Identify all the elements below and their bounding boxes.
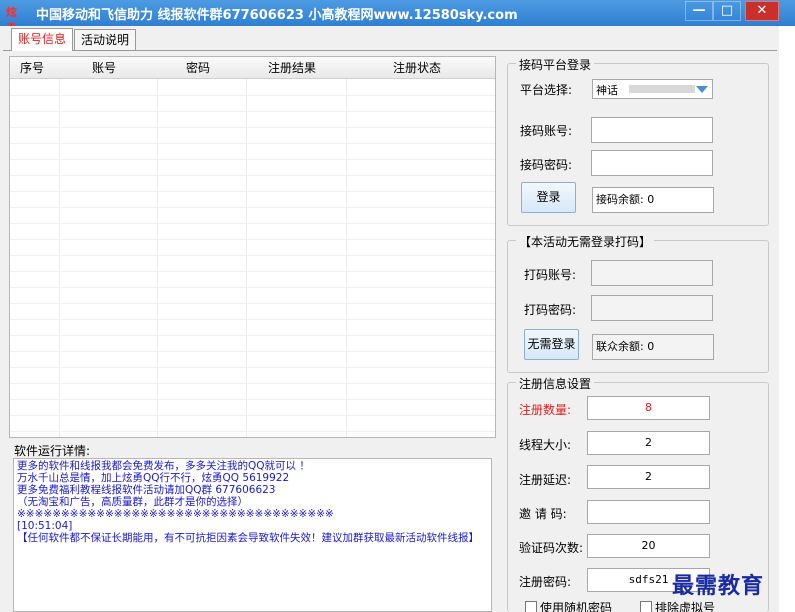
register-settings-title: 注册信息设置	[516, 375, 595, 392]
table-row	[10, 431, 495, 432]
table-row	[10, 351, 495, 352]
register-count-input[interactable]: 8	[587, 396, 710, 420]
column-divider	[157, 79, 158, 437]
watermark-logo: 最需教育	[672, 573, 765, 599]
table-row	[10, 239, 495, 240]
login-button[interactable]: 登录	[521, 182, 576, 213]
table-row	[10, 399, 495, 400]
chevron-down-icon[interactable]	[696, 86, 708, 93]
verify-count-input[interactable]: 20	[587, 534, 710, 558]
captcha-password-label: 打码密码:	[524, 303, 577, 317]
tab-divider	[3, 50, 777, 51]
table-row	[10, 303, 495, 304]
table-row	[10, 191, 495, 192]
table-row	[10, 335, 495, 336]
no-login-button[interactable]: 无需登录	[524, 329, 579, 360]
code-account-input[interactable]	[591, 117, 713, 143]
table-row	[10, 223, 495, 224]
table-row	[10, 271, 495, 272]
column-header-result[interactable]: 注册结果	[242, 57, 342, 79]
captcha-account-label: 打码账号:	[524, 268, 577, 282]
table-header: 序号 账号 密码 注册结果 注册状态	[10, 57, 495, 79]
table-row	[10, 383, 495, 384]
captcha-password-input[interactable]	[591, 295, 713, 321]
delay-input[interactable]: 2	[587, 465, 710, 489]
invite-code-label: 邀 请 码:	[519, 507, 567, 521]
right-edge	[779, 26, 795, 612]
log-line: （无淘宝和广告，高质量群，此群才是你的选择）	[17, 496, 248, 508]
column-header-status[interactable]: 注册状态	[342, 57, 492, 79]
verify-count-label: 验证码次数:	[519, 541, 584, 555]
code-balance: 接码余额: 0	[592, 187, 714, 213]
window-title: 中国移动和飞信助力 线报软件群677606623 小高教程网www.12580s…	[36, 8, 518, 23]
column-header-index[interactable]: 序号	[10, 57, 54, 79]
table-row	[10, 127, 495, 128]
table-row	[10, 143, 495, 144]
table-row	[10, 319, 495, 320]
column-divider	[246, 79, 247, 437]
table-row	[10, 255, 495, 256]
platform-label: 平台选择:	[520, 83, 573, 97]
table-row	[10, 367, 495, 368]
code-account-label: 接码账号:	[520, 124, 573, 138]
column-divider	[346, 79, 347, 437]
tab-account-info[interactable]: 账号信息	[11, 28, 74, 51]
column-header-account[interactable]: 账号	[54, 57, 154, 79]
log-line: 【任何软件都不保证长期能用，有不可抗拒因素会导致软件失效！建议加群获取最新活动软…	[17, 532, 479, 544]
log-label: 软件运行详情:	[14, 444, 91, 458]
table-row	[10, 111, 495, 112]
platform-select-value: 神话	[596, 84, 618, 97]
threads-input[interactable]: 2	[587, 431, 710, 455]
platform-select-bar	[629, 85, 695, 93]
threads-label: 线程大小:	[519, 438, 572, 452]
exclude-virtual-checkbox[interactable]	[640, 601, 652, 612]
table-row	[10, 175, 495, 176]
table-row	[10, 95, 495, 96]
exclude-virtual-label: 排除虚拟号	[655, 601, 716, 612]
account-table[interactable]: 序号 账号 密码 注册结果 注册状态	[9, 56, 496, 438]
minimize-button[interactable]: —	[685, 1, 713, 21]
log-line: ※※※※※※※※※※※※※※※※※※※※※※※※※※※※※※※※※※※※	[17, 508, 334, 520]
title-bar[interactable]: 炫勇 中国移动和飞信助力 线报软件群677606623 小高教程网www.125…	[0, 0, 795, 35]
delay-label: 注册延迟:	[519, 473, 572, 487]
tab-activity-help[interactable]: 活动说明	[74, 29, 137, 50]
captcha-balance: 联众余额: 0	[592, 334, 714, 360]
main-client: 账号信息 活动说明 序号 账号 密码 注册结果 注册状态 软件运行详情: 更多的…	[0, 26, 779, 612]
log-line: [10:51:04]	[17, 520, 73, 532]
code-password-label: 接码密码:	[520, 158, 573, 172]
register-password-label: 注册密码:	[519, 575, 572, 589]
close-button[interactable]: ✕	[745, 1, 779, 21]
table-row	[10, 159, 495, 160]
column-header-password[interactable]: 密码	[154, 57, 242, 79]
captcha-title: 【本活动无需登录打码】	[516, 233, 655, 250]
invite-code-input[interactable]	[587, 500, 710, 524]
random-password-checkbox[interactable]	[525, 601, 537, 612]
table-row	[10, 287, 495, 288]
log-line: 更多免费福利教程线报软件活动请加QQ群 677606623	[17, 484, 276, 496]
platform-select[interactable]: 神话	[592, 79, 713, 99]
column-divider	[59, 79, 60, 437]
code-password-input[interactable]	[591, 150, 713, 176]
maximize-button[interactable]: □	[713, 1, 741, 21]
code-platform-title: 接码平台登录	[516, 56, 595, 73]
random-password-label: 使用随机密码	[540, 601, 613, 612]
code-platform-group: 接码平台登录 平台选择: 神话 接码账号: 接码密码: 登录 接码余额: 0	[507, 56, 769, 226]
table-row	[10, 207, 495, 208]
app-icon: 炫勇	[6, 6, 17, 35]
captcha-account-input[interactable]	[591, 260, 713, 286]
log-output[interactable]: 更多的软件和线报我都会免费发布，多多关注我的QQ就可以 ！ 万水千山总是情，加上…	[13, 458, 492, 612]
register-count-label: 注册数量:	[519, 403, 572, 417]
captcha-group: 【本活动无需登录打码】 打码账号: 打码密码: 无需登录 联众余额: 0	[507, 233, 769, 373]
log-line: 万水千山总是情，加上炫勇QQ行不行，炫勇QQ 5619922	[17, 472, 290, 484]
log-line: 更多的软件和线报我都会免费发布，多多关注我的QQ就可以 ！	[17, 460, 310, 472]
table-row	[10, 415, 495, 416]
